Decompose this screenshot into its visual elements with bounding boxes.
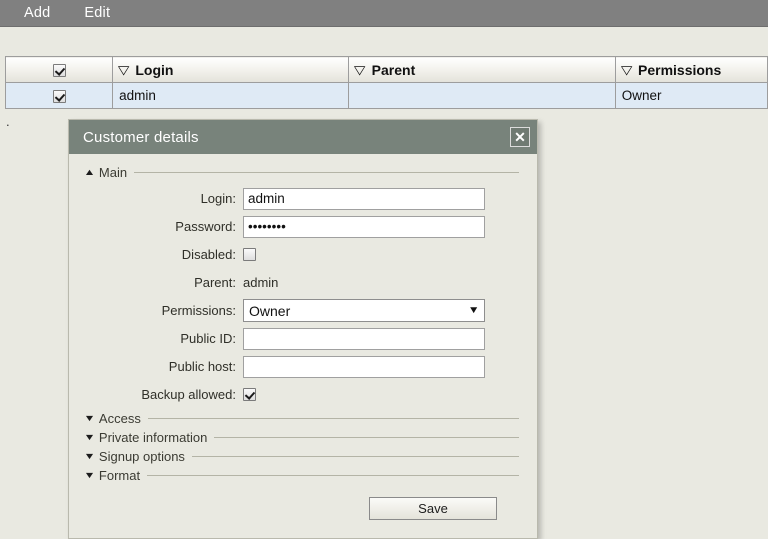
public-host-label: Public host:: [168, 359, 236, 374]
field-row-login: Login:: [81, 186, 525, 211]
sort-triangle-icon[interactable]: ▽: [118, 64, 130, 76]
cell-permissions: Owner: [614, 82, 768, 109]
select-all-checkbox[interactable]: [52, 64, 66, 78]
section-header-access[interactable]: ▼ Access: [83, 410, 525, 426]
permissions-selected-value: Owner: [249, 302, 291, 319]
table-header-row: ▽ Login ▽ Parent ▽ Permissions: [4, 56, 768, 83]
customers-table: ▽ Login ▽ Parent ▽ Permissions admin Own…: [4, 56, 768, 109]
password-label: Password:: [175, 219, 236, 234]
dialog-title: Customer details: [83, 128, 199, 146]
chevron-down-icon[interactable]: ▼: [83, 451, 95, 461]
table-header: ▽ Login ▽ Parent ▽ Permissions: [4, 56, 768, 83]
column-header-permissions[interactable]: ▽ Permissions: [614, 56, 768, 83]
section-header-format[interactable]: ▼ Format: [83, 467, 525, 483]
parent-value: admin: [243, 275, 279, 290]
section-rule: [147, 417, 519, 419]
section-label-access: Access: [98, 410, 141, 426]
dialog-body: ▲ Main Login: Password: Disabled: Parent…: [69, 154, 537, 520]
field-row-permissions: Permissions: Owner ▼: [81, 298, 525, 323]
section-rule: [134, 171, 519, 173]
close-icon[interactable]: ✕: [510, 127, 530, 147]
permissions-label: Permissions:: [161, 303, 236, 318]
field-row-parent: Parent: admin: [81, 270, 525, 295]
chevron-down-icon[interactable]: ▼: [83, 413, 95, 423]
column-header-parent-label: Parent: [371, 61, 416, 78]
backup-allowed-label: Backup allowed:: [141, 387, 236, 402]
dialog-titlebar[interactable]: Customer details ✕: [69, 120, 537, 154]
login-label: Login:: [200, 191, 236, 206]
table-body: admin Owner: [4, 82, 768, 109]
permissions-select[interactable]: Owner ▼: [243, 299, 485, 322]
section-header-signup-options[interactable]: ▼ Signup options: [83, 448, 525, 464]
section-rule: [191, 455, 519, 457]
top-menubar: Add Edit: [0, 0, 768, 27]
sort-triangle-icon[interactable]: ▽: [621, 64, 633, 76]
chevron-down-icon[interactable]: ▼: [83, 470, 95, 480]
dialog-actions: Save: [81, 497, 525, 520]
section-header-main[interactable]: ▲ Main: [83, 164, 525, 180]
section-header-private-information[interactable]: ▼ Private information: [83, 429, 525, 445]
column-header-permissions-label: Permissions: [638, 61, 722, 78]
section-label-private-information: Private information: [98, 429, 208, 445]
disabled-label: Disabled:: [181, 247, 236, 262]
parent-label: Parent:: [194, 275, 236, 290]
public-host-input[interactable]: [243, 355, 485, 378]
main-form: Login: Password: Disabled: Parent: admin…: [81, 186, 525, 407]
public-id-input[interactable]: [243, 327, 485, 350]
section-rule: [214, 436, 519, 438]
chevron-down-icon[interactable]: ▼: [83, 432, 95, 442]
disabled-checkbox[interactable]: [243, 248, 256, 261]
chevron-down-icon[interactable]: ▼: [468, 305, 483, 316]
section-rule: [147, 474, 519, 476]
column-header-parent[interactable]: ▽ Parent: [348, 56, 616, 83]
row-select-cell[interactable]: [4, 82, 114, 109]
login-input[interactable]: [243, 187, 485, 210]
cell-parent: [348, 82, 616, 109]
menu-item-add[interactable]: Add: [10, 3, 64, 24]
sort-triangle-icon[interactable]: ▽: [354, 64, 366, 76]
password-input[interactable]: [243, 215, 485, 238]
customer-details-dialog: Customer details ✕ ▲ Main Login: Passwor…: [68, 119, 538, 539]
backup-allowed-checkbox[interactable]: [243, 388, 256, 401]
column-header-select-all[interactable]: [4, 56, 114, 83]
public-id-label: Public ID:: [180, 331, 236, 346]
cell-login: admin: [112, 82, 350, 109]
section-label-main: Main: [98, 164, 128, 180]
column-header-login-label: Login: [135, 61, 174, 78]
field-row-password: Password:: [81, 214, 525, 239]
section-label-format: Format: [98, 467, 141, 483]
menu-item-edit[interactable]: Edit: [70, 3, 124, 24]
field-row-backup-allowed: Backup allowed:: [81, 382, 525, 407]
table-row[interactable]: admin Owner: [4, 82, 768, 109]
stray-text: .: [6, 114, 10, 129]
chevron-up-icon[interactable]: ▲: [83, 167, 95, 177]
row-checkbox[interactable]: [52, 89, 66, 103]
field-row-disabled: Disabled:: [81, 242, 525, 267]
save-button[interactable]: Save: [369, 497, 497, 520]
field-row-public-host: Public host:: [81, 354, 525, 379]
field-row-public-id: Public ID:: [81, 326, 525, 351]
column-header-login[interactable]: ▽ Login: [112, 56, 350, 83]
section-label-signup-options: Signup options: [98, 448, 185, 464]
